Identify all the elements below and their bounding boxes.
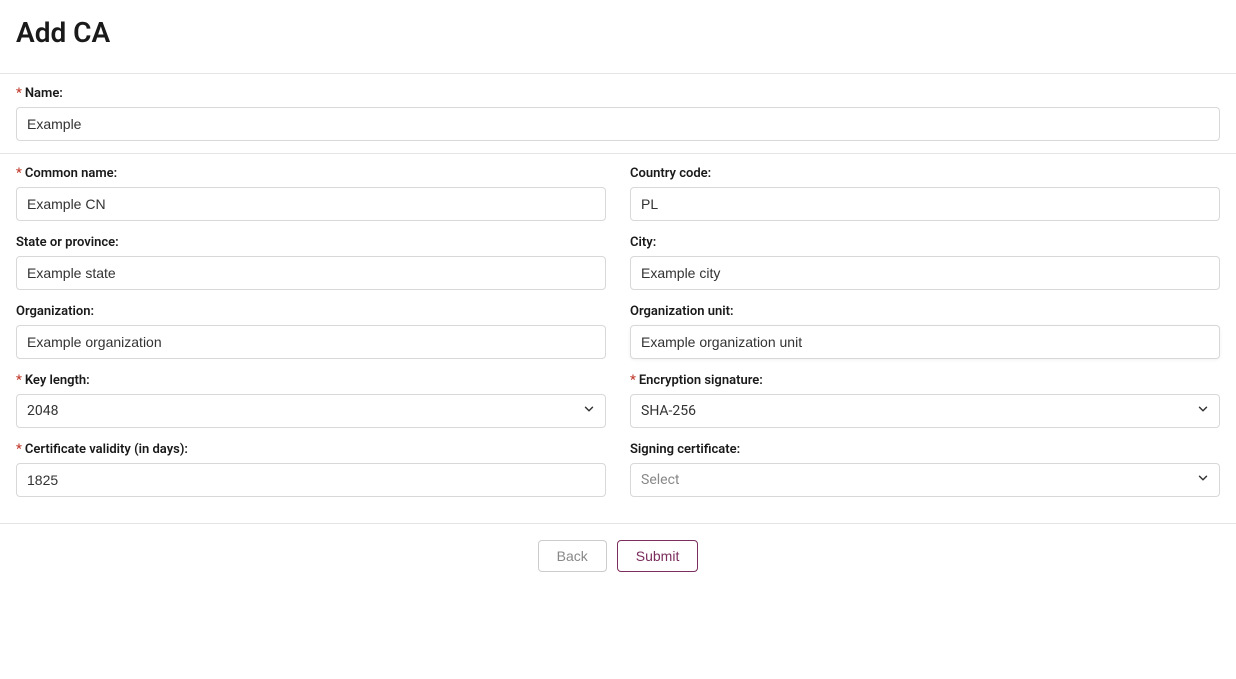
required-star: * <box>16 442 22 457</box>
city-label-text: City: <box>630 235 656 250</box>
back-button[interactable]: Back <box>538 540 607 572</box>
org-unit-input[interactable] <box>630 325 1220 359</box>
enc-sig-label-text: Encryption signature: <box>639 373 763 388</box>
enc-sig-label: *Encryption signature: <box>630 373 1220 388</box>
required-star: * <box>16 166 22 181</box>
city-label: City: <box>630 235 1220 250</box>
organization-input[interactable] <box>16 325 606 359</box>
cert-validity-input[interactable] <box>16 463 606 497</box>
signing-cert-label-text: Signing certificate: <box>630 442 740 457</box>
common-name-input[interactable] <box>16 187 606 221</box>
key-length-label: *Key length: <box>16 373 606 388</box>
cert-validity-label: *Certificate validity (in days): <box>16 442 606 457</box>
submit-button[interactable]: Submit <box>617 540 699 572</box>
required-star: * <box>16 86 22 101</box>
common-name-label-text: Common name: <box>25 166 117 181</box>
name-input[interactable] <box>16 107 1220 141</box>
key-length-value: 2048 <box>27 403 58 419</box>
page-title: Add CA <box>0 0 1236 73</box>
section-details: *Common name: Country code: State or pro… <box>0 154 1236 523</box>
key-length-select[interactable]: 2048 <box>16 394 606 428</box>
name-label-text: Name: <box>25 86 63 101</box>
organization-label: Organization: <box>16 304 606 319</box>
common-name-label: *Common name: <box>16 166 606 181</box>
country-code-label-text: Country code: <box>630 166 711 181</box>
signing-cert-select[interactable]: Select <box>630 463 1220 497</box>
section-name: *Name: <box>0 74 1236 153</box>
required-star: * <box>16 373 22 388</box>
signing-cert-label: Signing certificate: <box>630 442 1220 457</box>
state-input[interactable] <box>16 256 606 290</box>
city-input[interactable] <box>630 256 1220 290</box>
footer-actions: Back Submit <box>0 523 1236 588</box>
name-label: *Name: <box>16 86 1220 101</box>
enc-sig-select[interactable]: SHA-256 <box>630 394 1220 428</box>
state-label: State or province: <box>16 235 606 250</box>
organization-label-text: Organization: <box>16 304 94 319</box>
key-length-label-text: Key length: <box>25 373 90 388</box>
required-star: * <box>630 373 636 388</box>
signing-cert-value: Select <box>641 472 679 488</box>
org-unit-label: Organization unit: <box>630 304 1220 319</box>
cert-validity-label-text: Certificate validity (in days): <box>25 442 188 457</box>
enc-sig-value: SHA-256 <box>641 403 696 419</box>
state-label-text: State or province: <box>16 235 119 250</box>
org-unit-label-text: Organization unit: <box>630 304 734 319</box>
country-code-label: Country code: <box>630 166 1220 181</box>
country-code-input[interactable] <box>630 187 1220 221</box>
